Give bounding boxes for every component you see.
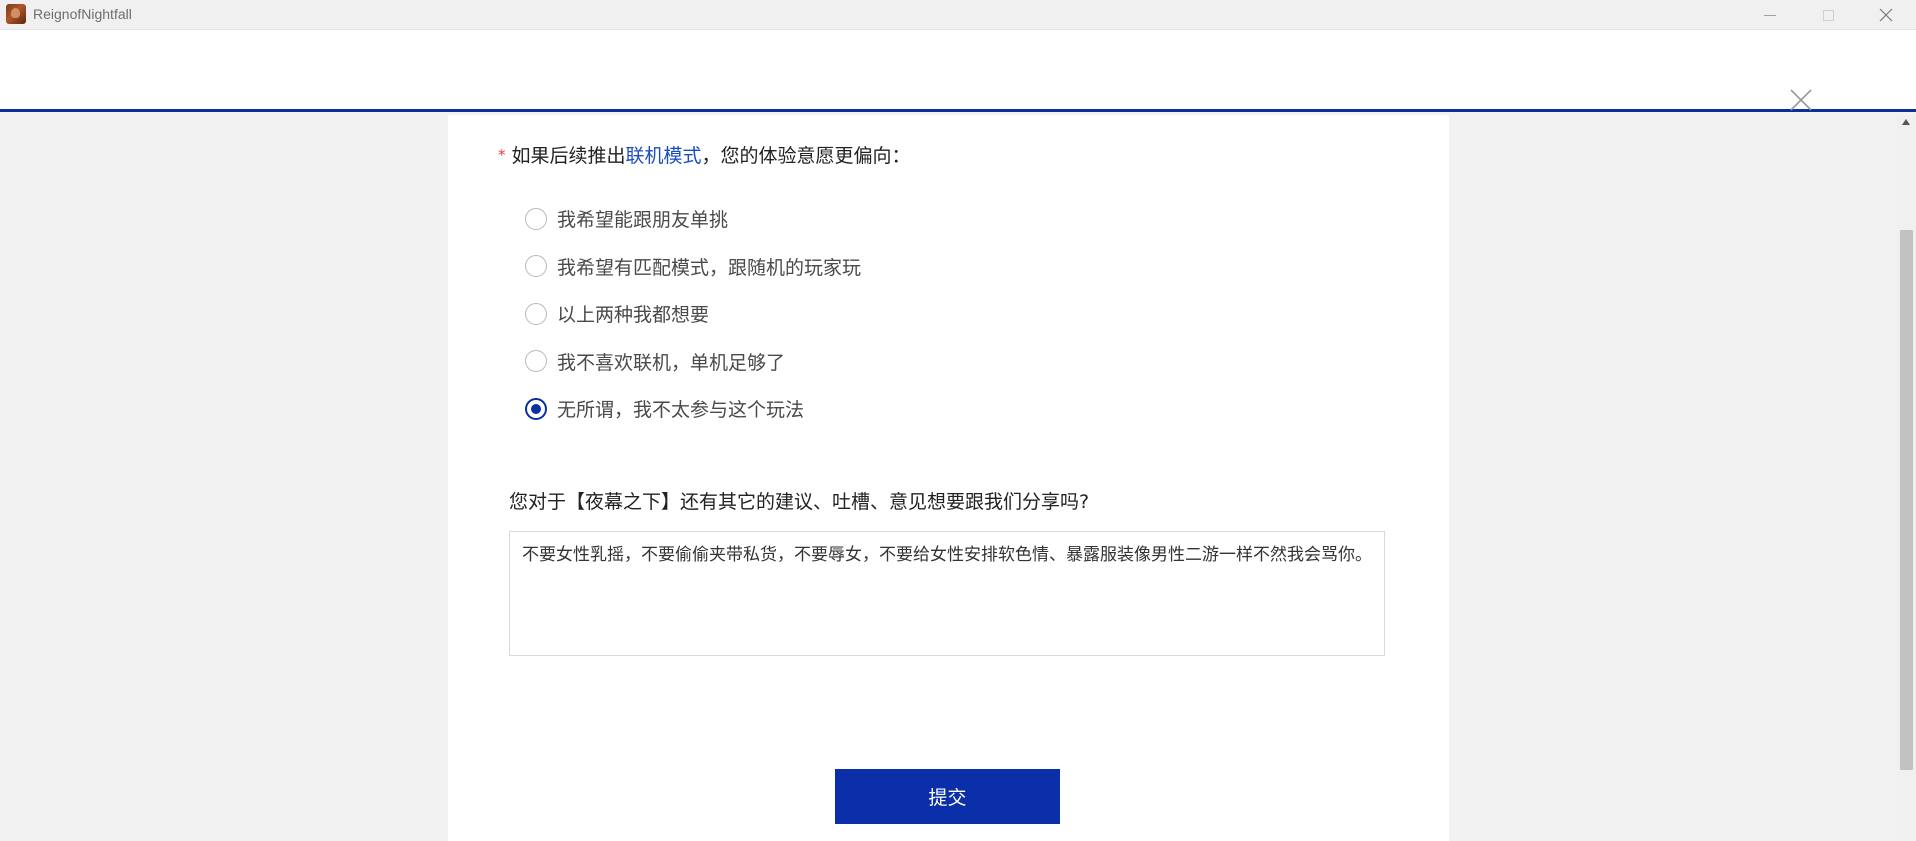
app-title: ReignofNightfall <box>33 6 132 22</box>
feedback-textarea[interactable]: 不要女性乳摇，不要偷偷夹带私货，不要辱女，不要给女性安排软色情、暴露服装像男性二… <box>509 531 1385 656</box>
survey-panel: * 如果后续推出联机模式，您的体验意愿更偏向： 我希望能跟朋友单挑 我希望有匹配模… <box>448 115 1449 841</box>
minimize-button[interactable] <box>1742 0 1798 30</box>
radio-option[interactable]: 我不喜欢联机，单机足够了 <box>525 338 861 386</box>
radio-button[interactable] <box>525 350 547 373</box>
question-suffix: ，您的体验意愿更偏向： <box>701 145 911 167</box>
radio-label: 我希望有匹配模式，跟随机的玩家玩 <box>557 256 862 279</box>
scroll-up-arrow-icon[interactable] <box>1902 119 1910 125</box>
radio-button[interactable] <box>525 255 547 278</box>
dialog-header <box>0 30 1916 112</box>
scrollbar[interactable] <box>1897 115 1916 841</box>
window-close-button[interactable] <box>1858 0 1914 30</box>
radio-option[interactable]: 我希望能跟朋友单挑 <box>525 195 861 243</box>
radio-label: 我希望能跟朋友单挑 <box>557 209 729 232</box>
radio-button[interactable] <box>525 302 547 325</box>
submit-button[interactable]: 提交 <box>835 769 1060 824</box>
question-title: * 如果后续推出联机模式，您的体验意愿更偏向： <box>498 141 911 168</box>
radio-button[interactable] <box>525 207 547 230</box>
minimize-icon <box>1764 14 1776 16</box>
radio-option[interactable]: 我希望有匹配模式，跟随机的玩家玩 <box>525 243 861 291</box>
required-mark: * <box>498 146 506 164</box>
radio-option[interactable]: 无所谓，我不太参与这个玩法 <box>525 385 861 433</box>
radio-label: 我不喜欢联机，单机足够了 <box>557 351 786 374</box>
radio-label: 无所谓，我不太参与这个玩法 <box>557 399 805 422</box>
radio-option[interactable]: 以上两种我都想要 <box>525 290 861 338</box>
maximize-icon <box>1822 9 1834 21</box>
maximize-button[interactable] <box>1800 0 1856 30</box>
question-prefix: 如果后续推出 <box>511 145 626 167</box>
radio-group: 我希望能跟朋友单挑 我希望有匹配模式，跟随机的玩家玩 以上两种我都想要 我不喜欢… <box>525 195 861 433</box>
question-highlight: 联机模式 <box>625 145 702 167</box>
radio-label: 以上两种我都想要 <box>557 304 710 327</box>
scrollbar-thumb[interactable] <box>1900 230 1913 770</box>
dialog-close-button[interactable] <box>1788 87 1814 113</box>
radio-button-selected[interactable] <box>525 397 547 420</box>
app-game-icon <box>6 4 26 24</box>
feedback-question-title: 您对于【夜幕之下】还有其它的建议、吐槽、意见想要跟我们分享吗? <box>509 491 1090 513</box>
window-titlebar: ReignofNightfall <box>0 0 1916 30</box>
window-close-icon <box>1879 8 1893 22</box>
close-icon <box>1790 89 1812 111</box>
